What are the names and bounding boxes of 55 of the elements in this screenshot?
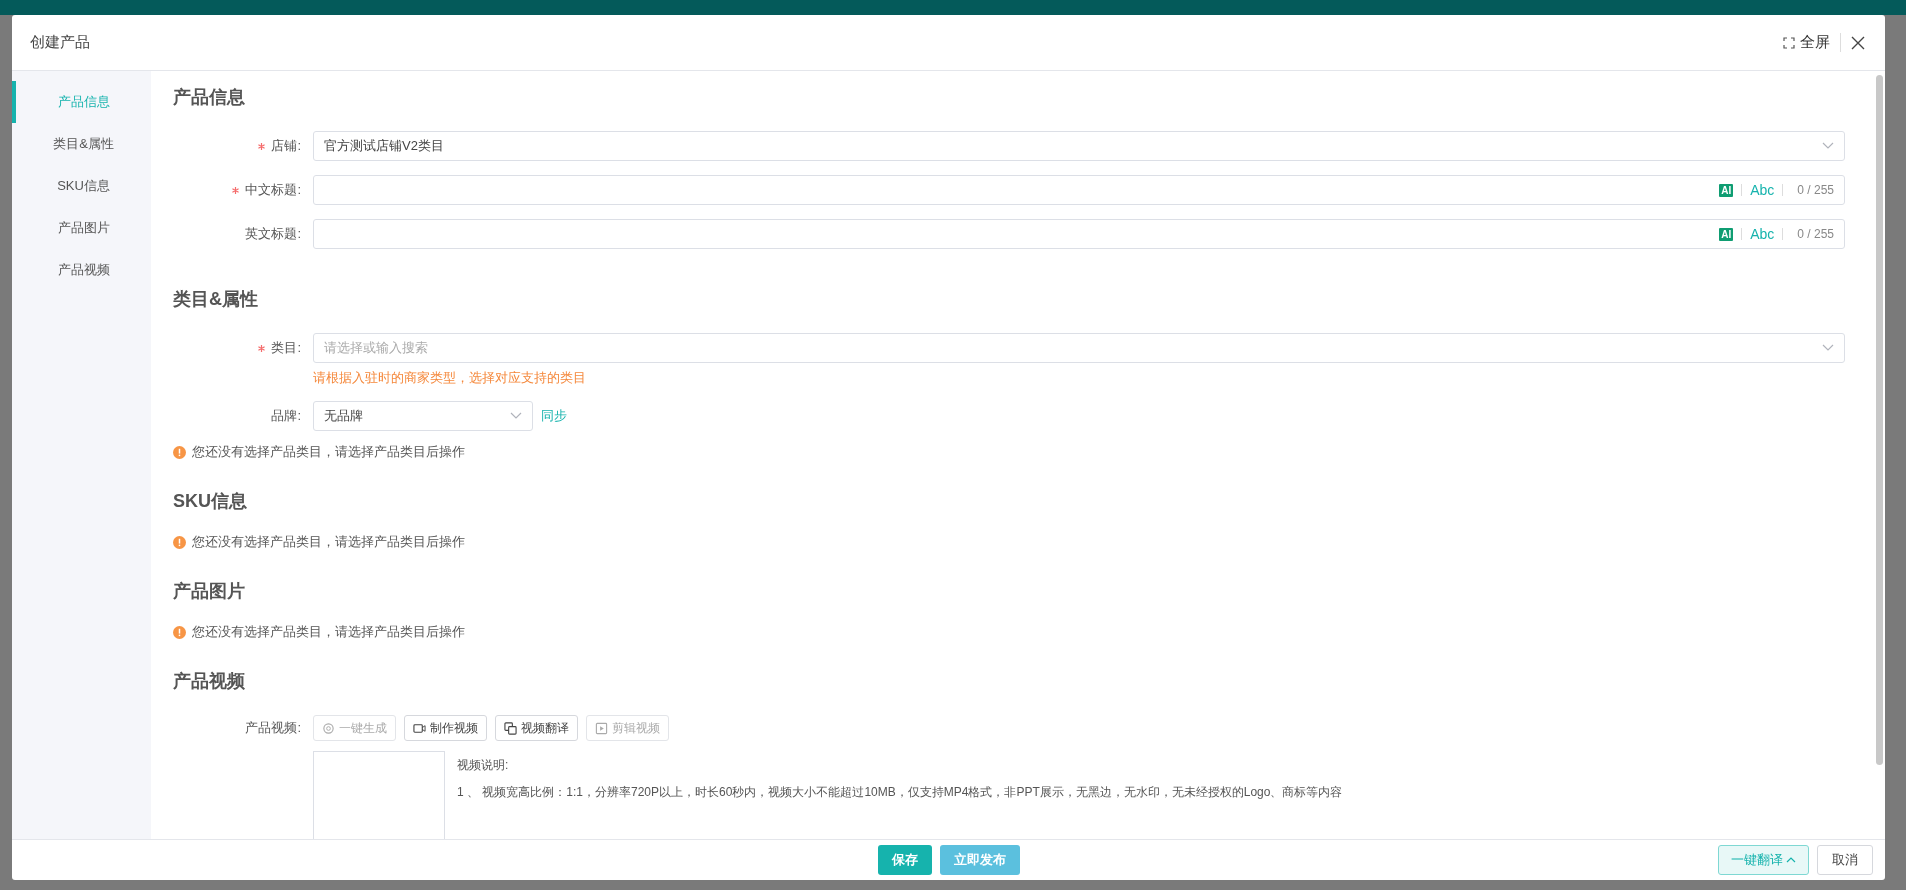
caret-up-icon	[1786, 857, 1796, 863]
sidebar-tab[interactable]: SKU信息	[12, 165, 151, 207]
field-label: 英文标题:	[245, 225, 301, 243]
fullscreen-button[interactable]: 全屏	[1773, 33, 1841, 52]
char-counter: 0 / 255	[1797, 227, 1834, 241]
notice-text: 您还没有选择产品类目，请选择产品类目后操作	[192, 533, 465, 551]
brand-select-field[interactable]: 无品牌	[313, 401, 533, 431]
section-heading: SKU信息	[173, 490, 248, 513]
notice-text: 您还没有选择产品类目，请选择产品类目后操作	[192, 623, 465, 641]
field-label: 中文标题:	[245, 181, 301, 199]
sync-link[interactable]: 同步	[541, 407, 567, 425]
chevron-down-icon	[1822, 344, 1834, 352]
tool-icon	[322, 721, 335, 735]
notes-title: 视频说明:	[457, 757, 510, 774]
ai-badge[interactable]: AI	[1719, 227, 1734, 241]
section-heading: 产品图片	[173, 580, 246, 603]
expand-icon	[1783, 36, 1795, 49]
warning-icon	[173, 535, 186, 549]
translate-button[interactable]: 一键翻译	[1718, 845, 1809, 875]
sidebar-tab[interactable]: 产品视频	[12, 249, 151, 291]
publish-button[interactable]: 立即发布	[939, 845, 1020, 875]
field-label: 品牌:	[271, 407, 301, 425]
video-requirement-text: 1 、 视频宽高比例：1:1，分辨率720P以上，时长60秒内，视频大小不能超过10MB，仅支持MP4格式，非PPT展示，无黑边，无水印，无未经授权的Logo、商标等内容	[457, 784, 1343, 801]
field-label: 产品视频:	[245, 719, 301, 737]
char-counter: 0 / 255	[1797, 183, 1834, 197]
field-label: 类目:	[271, 339, 301, 357]
warning-icon	[173, 445, 186, 459]
video-upload-box[interactable]	[313, 751, 445, 839]
sidebar-tab[interactable]: 产品图片	[12, 207, 151, 249]
tool-icon	[595, 721, 608, 735]
sidebar-tab[interactable]: 产品信息	[12, 81, 151, 123]
title-input-field[interactable]: AI Abc 0 / 255	[313, 219, 1845, 249]
section-heading: 产品信息	[173, 86, 246, 109]
tool-icon	[504, 721, 517, 735]
warning-icon	[173, 625, 186, 639]
video-tool-button[interactable]: 视频翻译	[495, 715, 578, 741]
cancel-button[interactable]: 取消	[1817, 845, 1873, 875]
abc-button[interactable]: Abc	[1750, 182, 1775, 198]
chevron-down-icon	[510, 412, 522, 420]
hint-text: 请根据入驻时的商家类型，选择对应支持的类目	[313, 369, 587, 387]
abc-button[interactable]: Abc	[1750, 226, 1775, 242]
save-button[interactable]: 保存	[877, 845, 932, 875]
dialog-title: 创建产品	[30, 33, 91, 52]
field-label: 店铺:	[271, 137, 301, 155]
title-input-field[interactable]: AI Abc 0 / 255	[313, 175, 1845, 205]
tool-icon	[413, 721, 426, 735]
select-field[interactable]: 官方测试店铺V2类目	[313, 131, 1845, 161]
section-heading: 产品视频	[173, 670, 246, 693]
ai-badge[interactable]: AI	[1719, 183, 1734, 197]
video-tool-button[interactable]: 制作视频	[404, 715, 487, 741]
select-field[interactable]: 请选择或输入搜索	[313, 333, 1845, 363]
sidebar-tab[interactable]: 类目&属性	[12, 123, 151, 165]
section-heading: 类目&属性	[173, 288, 259, 311]
chevron-down-icon	[1822, 142, 1834, 150]
notice-text: 您还没有选择产品类目，请选择产品类目后操作	[192, 443, 465, 461]
